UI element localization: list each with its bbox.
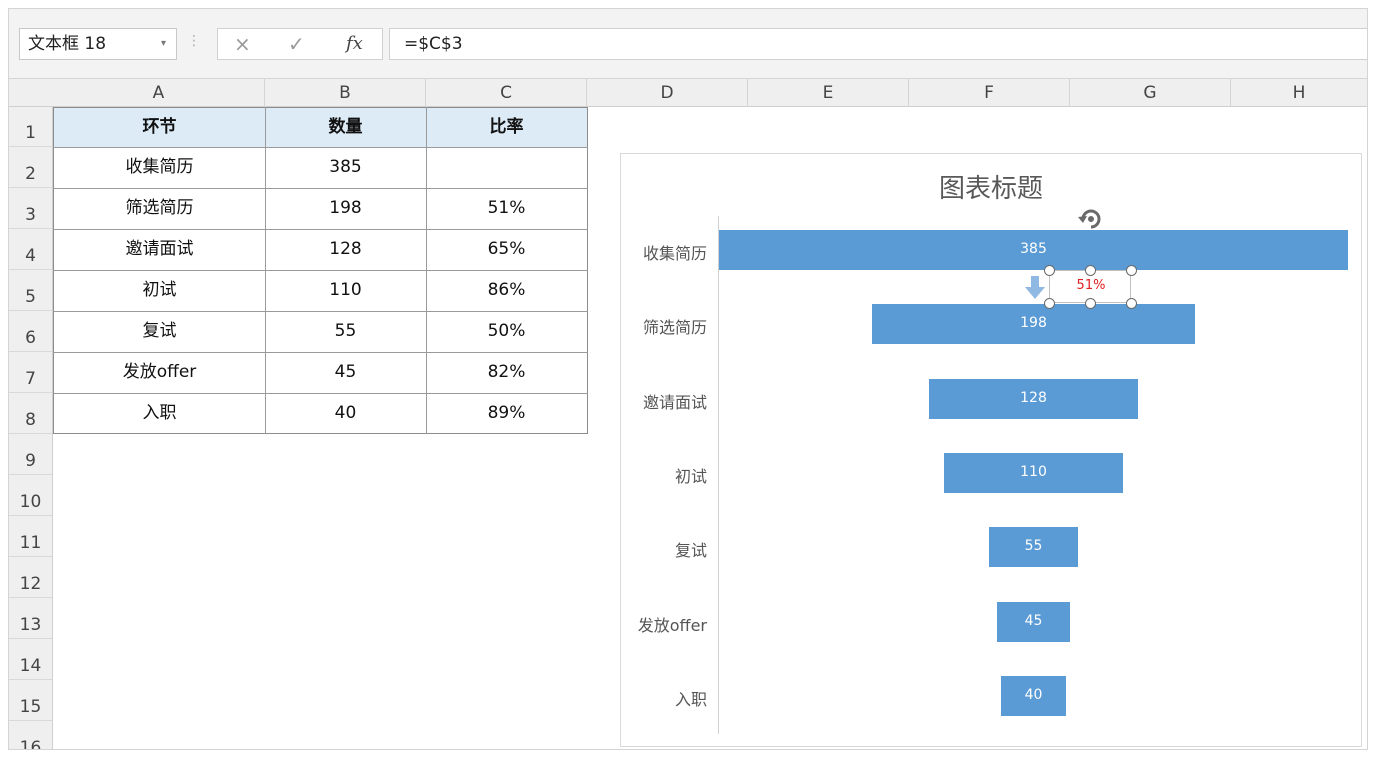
rotate-handle-icon[interactable] xyxy=(1075,204,1107,234)
table-divider xyxy=(53,188,588,189)
column-header-e[interactable]: E xyxy=(748,79,909,107)
chart-title[interactable]: 图表标题 xyxy=(621,168,1361,205)
table-divider xyxy=(53,270,588,271)
row-header-13[interactable]: 13 xyxy=(9,598,52,639)
column-header-a[interactable]: A xyxy=(53,79,265,107)
row-header-8[interactable]: 8 xyxy=(9,393,52,434)
bar-data-label[interactable]: 40 xyxy=(994,687,1074,703)
spreadsheet-window: 文本框 18 ▾ ⋮ × ✓ fx =$C$3 A B C D E F G H … xyxy=(8,8,1368,750)
column-headers: A B C D E F G H xyxy=(9,79,1367,107)
table-divider xyxy=(53,393,588,394)
selected-text-box-label[interactable]: 51% xyxy=(1061,278,1121,293)
row-header-10[interactable]: 10 xyxy=(9,475,52,516)
row-header-9[interactable]: 9 xyxy=(9,434,52,475)
resize-handle[interactable] xyxy=(1044,298,1055,309)
row-header-3[interactable]: 3 xyxy=(9,188,52,229)
category-axis-label[interactable]: 入职 xyxy=(621,686,707,710)
bar-data-label[interactable]: 110 xyxy=(994,464,1074,480)
table-divider xyxy=(53,147,588,148)
name-box-value: 文本框 18 xyxy=(28,34,107,54)
table-divider xyxy=(53,352,588,353)
row-header-14[interactable]: 14 xyxy=(9,639,52,680)
resize-handle[interactable] xyxy=(1126,298,1137,309)
row-header-7[interactable]: 7 xyxy=(9,352,52,393)
resize-handle[interactable] xyxy=(1126,265,1137,276)
row-header-12[interactable]: 12 xyxy=(9,557,52,598)
category-axis-label[interactable]: 邀请面试 xyxy=(621,389,707,413)
resize-handle[interactable] xyxy=(1044,265,1055,276)
bar-data-label[interactable]: 385 xyxy=(994,241,1074,257)
column-header-g[interactable]: G xyxy=(1070,79,1231,107)
category-axis-label[interactable]: 复试 xyxy=(621,537,707,561)
column-header-c[interactable]: C xyxy=(426,79,587,107)
bar-data-label[interactable]: 198 xyxy=(994,315,1074,331)
formula-buttons: × ✓ fx xyxy=(217,28,383,60)
category-axis-label[interactable]: 发放offer xyxy=(621,612,707,636)
down-arrow-icon xyxy=(1025,276,1045,299)
name-box[interactable]: 文本框 18 ▾ xyxy=(19,28,177,60)
enter-icon[interactable]: ✓ xyxy=(288,32,305,56)
row-header-6[interactable]: 6 xyxy=(9,311,52,352)
table-divider xyxy=(53,229,588,230)
resize-handle[interactable] xyxy=(1085,298,1096,309)
row-header-15[interactable]: 15 xyxy=(9,680,52,721)
row-header-2[interactable]: 2 xyxy=(9,147,52,188)
row-header-11[interactable]: 11 xyxy=(9,516,52,557)
column-header-f[interactable]: F xyxy=(909,79,1070,107)
column-header-h[interactable]: H xyxy=(1231,79,1367,107)
column-header-d[interactable]: D xyxy=(587,79,748,107)
bar-data-label[interactable]: 55 xyxy=(994,538,1074,554)
formula-bar: 文本框 18 ▾ ⋮ × ✓ fx =$C$3 xyxy=(9,9,1367,79)
row-header-16[interactable]: 16 xyxy=(9,721,52,749)
insert-function-icon[interactable]: fx xyxy=(346,33,363,54)
chevron-down-icon[interactable]: ▾ xyxy=(161,29,166,59)
row-header-5[interactable]: 5 xyxy=(9,270,52,311)
vertical-axis xyxy=(718,216,719,734)
column-header-b[interactable]: B xyxy=(265,79,426,107)
resize-handle[interactable] xyxy=(1085,265,1096,276)
category-axis-label[interactable]: 初试 xyxy=(621,463,707,487)
formula-input[interactable]: =$C$3 xyxy=(389,28,1367,60)
cancel-icon[interactable]: × xyxy=(234,32,251,56)
bar-data-label[interactable]: 128 xyxy=(994,390,1074,406)
row-headers: 1 2 3 4 5 6 7 8 9 10 11 12 13 14 15 16 xyxy=(9,107,53,749)
more-dots-icon: ⋮ xyxy=(187,33,201,49)
funnel-chart[interactable]: 图表标题 385 收集简历 198 筛选简历 128 邀请面试 110 初试 55 复试 45 发放o… xyxy=(620,153,1362,747)
bar-data-label[interactable]: 45 xyxy=(994,613,1074,629)
category-axis-label[interactable]: 收集简历 xyxy=(621,240,707,264)
table-divider xyxy=(53,311,588,312)
category-axis-label[interactable]: 筛选简历 xyxy=(621,314,707,338)
row-header-1[interactable]: 1 xyxy=(9,107,52,147)
row-header-4[interactable]: 4 xyxy=(9,229,52,270)
